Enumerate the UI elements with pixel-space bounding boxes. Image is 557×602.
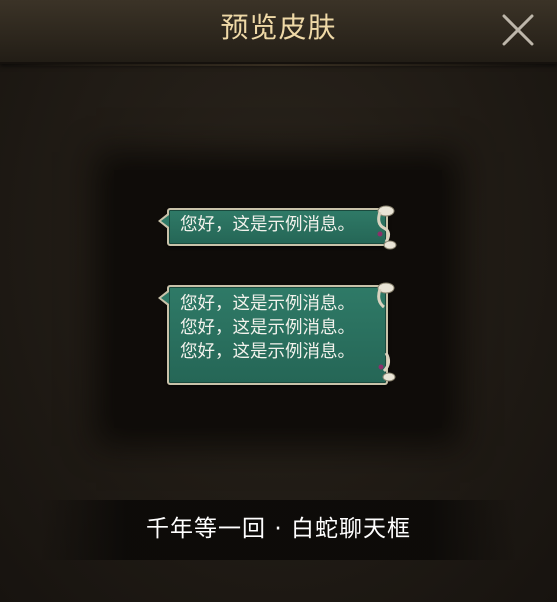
- skin-preview-dialog: 预览皮肤 您好，这是示例消息。 您好，这是示例消息。 您好，这是示例消息。 您好…: [0, 0, 557, 602]
- skin-name-banner: 千年等一回 · 白蛇聊天框: [40, 500, 517, 560]
- bubble-tail: [158, 290, 169, 306]
- title-bar: 预览皮肤: [0, 0, 557, 66]
- skin-name: 千年等一回 · 白蛇聊天框: [146, 516, 411, 542]
- chat-bubble-multiline: 您好，这是示例消息。 您好，这是示例消息。 您好，这是示例消息。: [158, 282, 396, 385]
- close-x-icon: [502, 14, 534, 46]
- dialog-title: 预览皮肤: [220, 11, 337, 44]
- bubble-text-line: 您好，这是示例消息。: [180, 318, 355, 338]
- bubble-text-line: 您好，这是示例消息。: [180, 294, 355, 314]
- bubble-text-line: 您好，这是示例消息。: [180, 215, 355, 235]
- close-button[interactable]: [498, 10, 538, 50]
- chat-bubble-single: 您好，这是示例消息。: [158, 205, 397, 250]
- bubble-tail: [158, 213, 169, 229]
- bubble-text-line: 您好，这是示例消息。: [180, 342, 355, 362]
